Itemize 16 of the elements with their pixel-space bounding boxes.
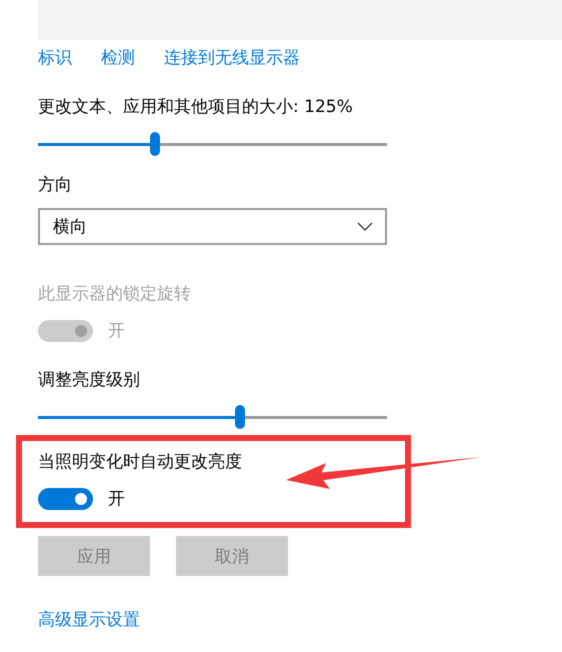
toggle-state-text: 开 xyxy=(108,320,125,342)
link[interactable]: 标识 xyxy=(38,47,72,69)
setting-label: 此显示器的锁定旋转 xyxy=(38,283,192,306)
link[interactable]: 检测 xyxy=(101,47,135,69)
setting-label: 调整亮度级别 xyxy=(38,369,141,392)
setting-label: 更改文本、应用和其他项目的大小: 125% xyxy=(38,96,354,119)
orientation-dropdown[interactable]: 横向 xyxy=(38,208,387,245)
slider-thumb[interactable] xyxy=(150,132,160,156)
slider-thumb[interactable] xyxy=(235,405,246,429)
chevron-down-icon xyxy=(357,222,373,231)
toggle-switch[interactable] xyxy=(38,488,93,510)
link[interactable]: 连接到无线显示器 xyxy=(164,47,300,69)
setting-label: 当照明变化时自动更改亮度 xyxy=(38,451,243,474)
advanced-display-settings-link[interactable]: 高级显示设置 xyxy=(38,609,140,631)
toggle-state-text: 开 xyxy=(108,488,125,510)
setting-label: 方向 xyxy=(38,174,73,197)
